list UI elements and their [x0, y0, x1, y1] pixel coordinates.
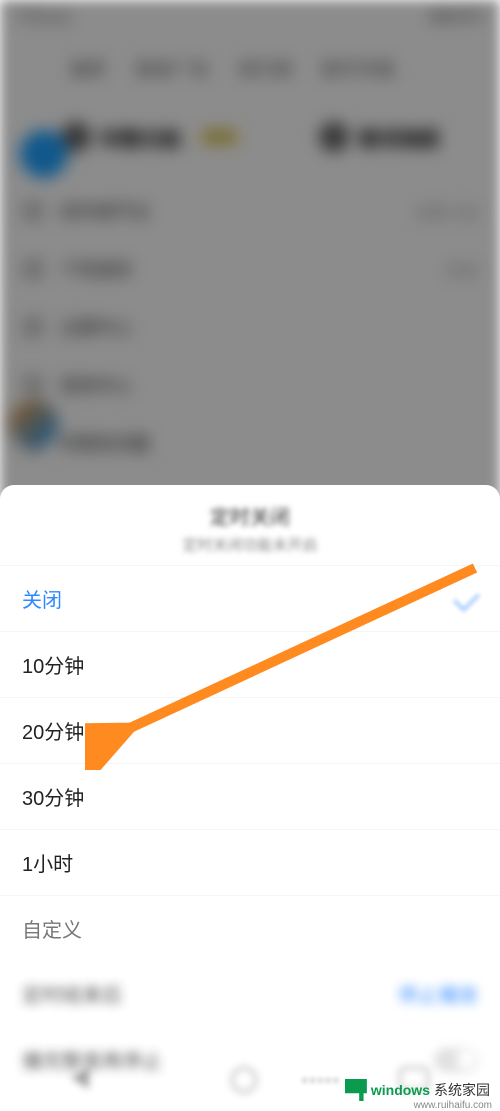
- home-icon[interactable]: [231, 1067, 257, 1093]
- timer-sheet: 定时关闭 定时关闭功能未开启 关闭 10分钟 20分钟 30分钟 1小时 自定义…: [0, 485, 500, 1111]
- sheet-subtitle: 定时关闭功能未开启: [20, 534, 480, 555]
- sheet-title: 定时关闭: [20, 501, 480, 530]
- overlay-tap-area[interactable]: [0, 0, 500, 485]
- option-label: 30分钟: [22, 782, 84, 811]
- phone-screen: 下午4:21 ■ ■ 82% 推荐 歌单广场 排行榜 数字专辑 听歌识曲 NEW…: [0, 0, 500, 1111]
- timer-option-1hr[interactable]: 1小时: [0, 829, 500, 895]
- watermark-brand: windows: [371, 1082, 430, 1098]
- windows-icon: [345, 1079, 367, 1101]
- timer-option-10min[interactable]: 10分钟: [0, 631, 500, 697]
- timer-option-30min[interactable]: 30分钟: [0, 763, 500, 829]
- watermark-brand2: 系统家园: [434, 1080, 490, 1100]
- row-label: 定时结束后: [22, 979, 122, 1008]
- sheet-header: 定时关闭 定时关闭功能未开启: [0, 485, 500, 565]
- timer-option-20min[interactable]: 20分钟: [0, 697, 500, 763]
- row-value: 停止播放: [398, 979, 478, 1008]
- option-label: 10分钟: [22, 650, 84, 679]
- after-timer-row[interactable]: 定时结束后 停止播放: [0, 961, 500, 1026]
- check-icon: [453, 585, 480, 612]
- back-icon[interactable]: [71, 1067, 89, 1089]
- option-label: 20分钟: [22, 716, 84, 745]
- timer-option-off[interactable]: 关闭: [0, 565, 500, 631]
- timer-option-custom[interactable]: 自定义: [0, 895, 500, 961]
- option-label: 1小时: [22, 848, 73, 877]
- option-label: 关闭: [22, 584, 62, 613]
- option-label: 自定义: [22, 914, 82, 943]
- watermark-url: www.ruihaifu.com: [414, 1100, 492, 1111]
